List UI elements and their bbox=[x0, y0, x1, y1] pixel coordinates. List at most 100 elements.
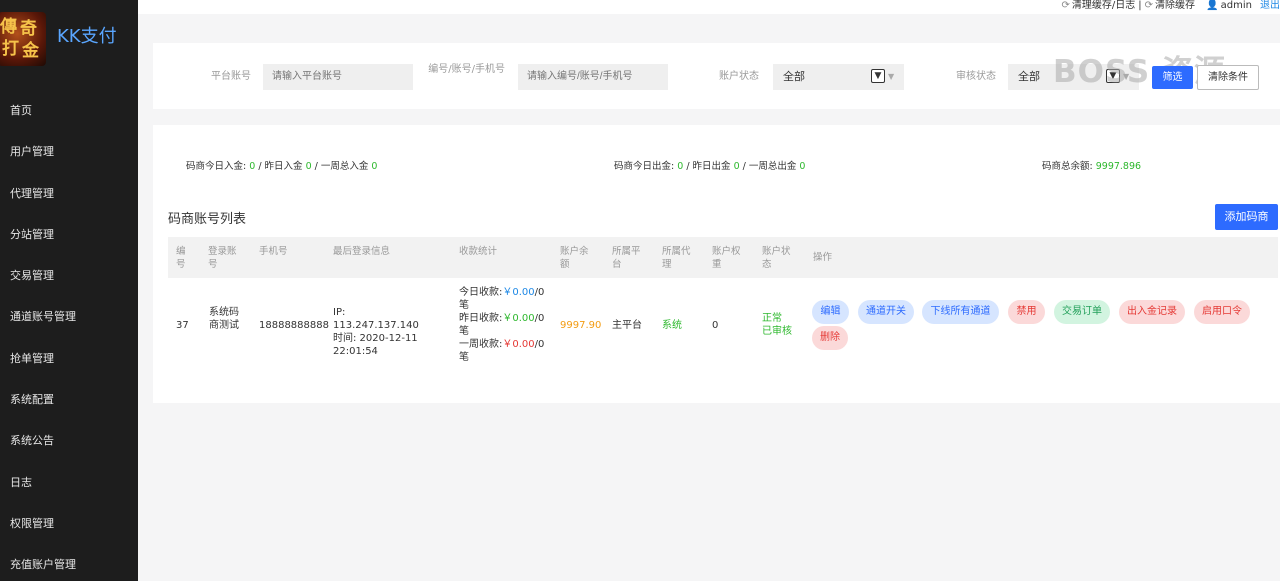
column-header: 最后登录信息 bbox=[333, 246, 391, 257]
column-header: 登录账号 bbox=[208, 246, 237, 270]
column-header: 所属平台 bbox=[612, 246, 641, 270]
status-audited: 已审核 bbox=[762, 326, 792, 337]
sidebar-item-channel-accounts[interactable]: 通道账号管理 bbox=[0, 296, 138, 337]
transaction-orders-button[interactable]: 交易订单 bbox=[1054, 300, 1110, 324]
logout-link[interactable]: 退出 bbox=[1260, 0, 1280, 11]
account-status-label: 账户状态 bbox=[719, 71, 759, 82]
column-header: 账户状态 bbox=[762, 246, 791, 270]
search-input[interactable] bbox=[518, 64, 668, 90]
chevron-down-icon: ▼ bbox=[888, 72, 895, 81]
sidebar-item-home[interactable]: 首页 bbox=[0, 90, 138, 131]
app-title: KK支付 bbox=[57, 26, 117, 47]
stat-amount: ￥0.00 bbox=[502, 339, 535, 350]
account-status-select[interactable]: 全部 ▼ ▼ bbox=[773, 64, 904, 90]
sidebar-item-logs[interactable]: 日志 bbox=[0, 462, 138, 503]
filter-button[interactable]: 筛选 bbox=[1152, 66, 1193, 89]
stat-label: / 昨日入金 bbox=[258, 161, 303, 172]
column-header: 账户余额 bbox=[560, 246, 589, 270]
sidebar-item-grab-orders[interactable]: 抢单管理 bbox=[0, 338, 138, 379]
sidebar-item-permissions[interactable]: 权限管理 bbox=[0, 503, 138, 544]
cell-weight: 0 bbox=[712, 320, 719, 331]
refresh-icon: ⟳ bbox=[1144, 0, 1154, 11]
stat-value: 0 bbox=[677, 161, 684, 172]
table-row: 37 系统码商测试 18888888888 IP: 113.247.137.14… bbox=[168, 278, 1278, 372]
sidebar-item-substations[interactable]: 分站管理 bbox=[0, 214, 138, 255]
stat-label: 码商今日出金: bbox=[614, 161, 675, 172]
stat-label: 码商今日入金: bbox=[186, 161, 247, 172]
filter-bar: 平台账号 编号/账号/手机号 账户状态 全部 ▼ ▼ 审核状态 全部 ▼ ▼ bbox=[153, 43, 1280, 109]
add-merchant-button[interactable]: 添加码商 bbox=[1215, 204, 1278, 230]
clear-cache-log-link[interactable]: 清理缓存/日志 bbox=[1072, 0, 1135, 11]
withdraw-stats: 码商今日出金: 0 / 昨日出金 0 / 一周总出金 0 bbox=[614, 158, 805, 172]
edit-button[interactable]: 编辑 bbox=[812, 300, 849, 324]
disable-button[interactable]: 禁用 bbox=[1008, 300, 1045, 324]
sidebar-item-transactions[interactable]: 交易管理 bbox=[0, 255, 138, 296]
platform-account-input[interactable] bbox=[263, 64, 413, 90]
offline-all-channels-button[interactable]: 下线所有通道 bbox=[922, 300, 999, 324]
sidebar-item-users[interactable]: 用户管理 bbox=[0, 131, 138, 172]
user-icon: 👤 bbox=[1206, 0, 1219, 11]
table-header: 编号 登录账号 手机号 最后登录信息 收款统计 账户余额 所属平台 所属代理 账… bbox=[168, 237, 1278, 278]
username[interactable]: admin bbox=[1221, 0, 1252, 11]
refresh-icon: ⟳ bbox=[1061, 0, 1070, 11]
stat-value: 0 bbox=[249, 161, 256, 172]
clear-cache-link[interactable]: 清除缓存 bbox=[1155, 0, 1195, 11]
sidebar-menu: 首页 用户管理 代理管理 分站管理 交易管理 通道账号管理 抢单管理 系统配置 … bbox=[0, 90, 138, 581]
deposit-stats: 码商今日入金: 0 / 昨日入金 0 / 一周总入金 0 bbox=[186, 158, 377, 172]
stat-label: 一周收款: bbox=[459, 339, 503, 350]
fund-records-button[interactable]: 出入金记录 bbox=[1119, 300, 1185, 324]
chevron-down-icon: ▼ bbox=[871, 69, 885, 83]
stat-value: 0 bbox=[799, 161, 806, 172]
column-header: 账户权重 bbox=[712, 246, 741, 270]
search-label: 编号/账号/手机号 bbox=[428, 64, 505, 75]
audit-status-select[interactable]: 全部 ▼ ▼ bbox=[1008, 64, 1139, 90]
column-header: 编号 bbox=[176, 246, 186, 270]
stat-label: / 昨日出金 bbox=[686, 161, 731, 172]
enable-password-button[interactable]: 启用口令 bbox=[1194, 300, 1250, 324]
sidebar-item-announcements[interactable]: 系统公告 bbox=[0, 420, 138, 461]
cell-id: 37 bbox=[176, 320, 189, 331]
stat-label: 码商总余额: bbox=[1042, 161, 1093, 172]
column-header: 收款统计 bbox=[459, 246, 498, 257]
balance-stats: 码商总余额: 9997.896 bbox=[1042, 158, 1141, 172]
stat-value: 0 bbox=[371, 161, 378, 172]
cell-collection-stats: 今日收款:￥0.00/0笔 昨日收款:￥0.00/0笔 一周收款:￥0.00/0… bbox=[459, 286, 545, 364]
column-header: 操作 bbox=[813, 252, 833, 263]
channel-switch-button[interactable]: 通道开关 bbox=[858, 300, 914, 324]
sidebar-item-recharge-accounts[interactable]: 充值账户管理 bbox=[0, 544, 138, 581]
topbar: ⟳ 清理缓存/日志 | ⟳ 清除缓存 👤 admin 退出 bbox=[138, 0, 1280, 14]
chevron-down-icon: ▼ bbox=[1106, 69, 1120, 83]
stat-label: 昨日收款: bbox=[459, 313, 503, 324]
list-title: 码商账号列表 bbox=[168, 212, 247, 227]
stat-value: 0 bbox=[305, 161, 312, 172]
stat-label: / 一周总出金 bbox=[742, 161, 797, 172]
top-links: ⟳ 清理缓存/日志 | ⟳ 清除缓存 👤 admin 退出 bbox=[1061, 0, 1280, 14]
login-time: 时间: 2020-12-11 22:01:54 bbox=[333, 333, 418, 357]
sidebar: 傳奇 打金 KK支付 首页 用户管理 代理管理 分站管理 交易管理 通道账号管理… bbox=[0, 0, 138, 581]
cell-status: 正常 已审核 bbox=[762, 312, 796, 338]
sidebar-item-system-config[interactable]: 系统配置 bbox=[0, 379, 138, 420]
delete-button[interactable]: 删除 bbox=[812, 326, 848, 350]
status-normal: 正常 bbox=[762, 313, 782, 324]
audit-status-value: 全部 bbox=[1018, 70, 1040, 83]
cell-account: 系统码商测试 bbox=[209, 307, 239, 331]
separator: | bbox=[1138, 0, 1142, 11]
stat-amount: ￥0.00 bbox=[502, 287, 535, 298]
chevron-down-icon: ▼ bbox=[1123, 72, 1130, 81]
logo-emblem-icon: 傳奇 打金 bbox=[0, 12, 46, 66]
cell-login-info: IP: 113.247.137.140 时间: 2020-12-11 22:01… bbox=[333, 306, 428, 358]
account-status-value: 全部 bbox=[783, 70, 805, 83]
cell-agent: 系统 bbox=[662, 320, 682, 331]
stat-value: 0 bbox=[733, 161, 740, 172]
stat-label: / 一周总入金 bbox=[314, 161, 369, 172]
logo: 傳奇 打金 KK支付 bbox=[0, 8, 138, 66]
stat-amount: ￥0.00 bbox=[502, 313, 535, 324]
sidebar-item-agents[interactable]: 代理管理 bbox=[0, 173, 138, 214]
cell-phone: 18888888888 bbox=[259, 320, 329, 331]
cell-platform: 主平台 bbox=[612, 320, 642, 331]
audit-status-label: 审核状态 bbox=[956, 71, 996, 82]
stat-label: 今日收款: bbox=[459, 287, 503, 298]
clear-filter-button[interactable]: 清除条件 bbox=[1197, 65, 1259, 90]
main-panel: 码商今日入金: 0 / 昨日入金 0 / 一周总入金 0 码商今日出金: 0 /… bbox=[153, 125, 1280, 403]
cell-balance: 9997.90 bbox=[560, 320, 602, 331]
